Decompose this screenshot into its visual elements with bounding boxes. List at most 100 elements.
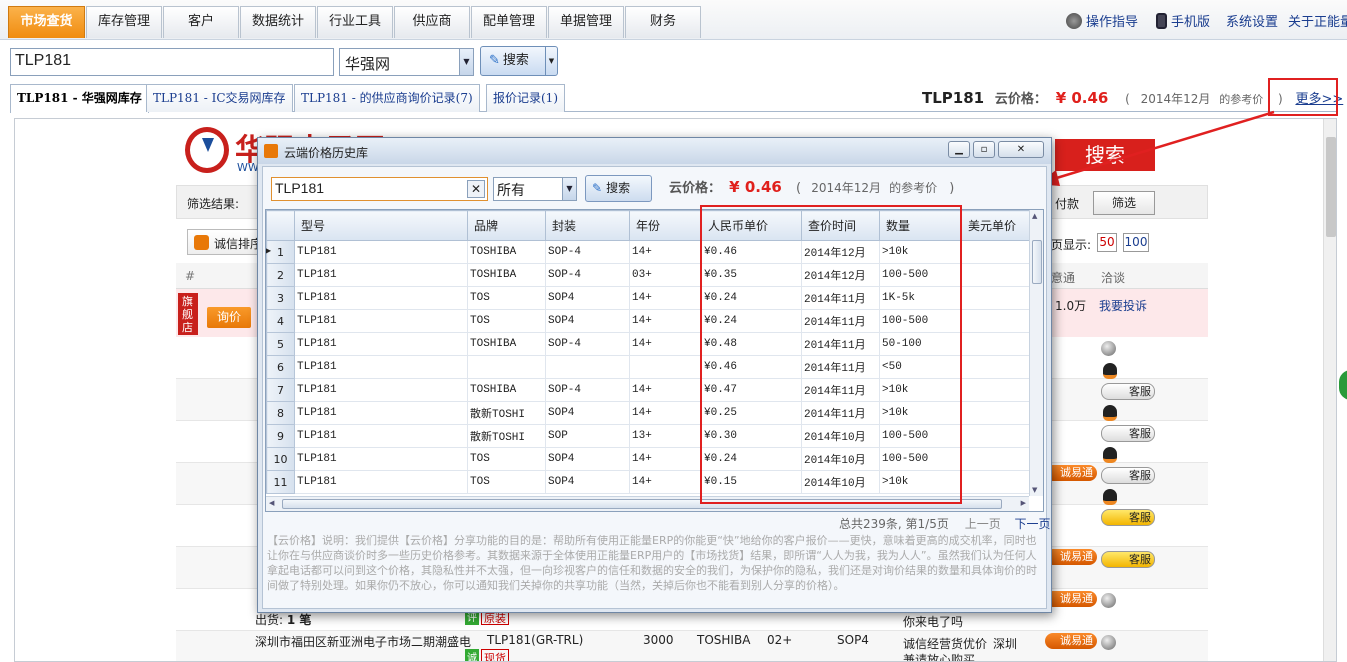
wrench-icon: ✎	[592, 181, 603, 195]
cell-brand: TOSHIBA	[467, 378, 546, 402]
row-number: 11	[266, 470, 295, 494]
dialog-filter-select[interactable]: 所有 ▼	[493, 177, 577, 201]
row-number: 9	[266, 424, 295, 448]
row-package: SOP4	[837, 633, 869, 647]
chevron-down-icon[interactable]: ▼	[562, 178, 576, 200]
scroll-right-icon[interactable]: ▶	[1021, 499, 1026, 507]
inquiry-button[interactable]: 询价	[207, 307, 251, 328]
tab-customers[interactable]: 客户	[163, 6, 239, 38]
cell-model: TLP181	[294, 240, 468, 264]
next-page-link[interactable]: 下一页	[1015, 517, 1051, 531]
page-scroll-thumb[interactable]	[1326, 137, 1336, 237]
dialog-search-button[interactable]: ✎ 搜索	[585, 175, 652, 202]
complain-link[interactable]: 我要投诉	[1099, 297, 1147, 314]
close-icon[interactable]: ✕	[998, 141, 1044, 158]
qq-icon[interactable]	[1103, 363, 1117, 379]
cell-model: TLP181	[294, 355, 468, 379]
cell-brand: 散新TOSHI	[467, 401, 546, 425]
filter-button[interactable]: 筛选	[1093, 191, 1155, 215]
page-size-100[interactable]: 100	[1123, 233, 1149, 252]
scroll-down-icon[interactable]: ▼	[1032, 486, 1037, 494]
cloud-price-suffix: 的参考价	[1219, 93, 1264, 106]
cell-usd-price	[961, 263, 1030, 287]
col-year[interactable]: 年份	[629, 210, 702, 241]
tab-bom[interactable]: 配单管理	[471, 6, 547, 38]
tab-suppliers[interactable]: 供应商	[394, 6, 470, 38]
app-icon	[264, 144, 278, 158]
tab-statistics[interactable]: 数据统计	[240, 6, 316, 38]
grid-scroll-thumb[interactable]	[1032, 240, 1042, 284]
cell-model: TLP181	[294, 424, 468, 448]
customer-service-button[interactable]: 客服	[1101, 467, 1155, 484]
cell-package: SOP-4	[545, 332, 630, 356]
sort-credit-button[interactable]: 诚信排序	[187, 229, 259, 255]
col-usd-price[interactable]: 美元单价	[961, 210, 1030, 241]
credit-tag: 诚	[465, 649, 479, 661]
col-brand[interactable]: 品牌	[467, 210, 546, 241]
customer-service-button[interactable]: 客服	[1101, 551, 1155, 568]
minimize-icon[interactable]: ▁	[948, 141, 970, 158]
row-number: 6	[266, 355, 295, 379]
shipments-label: 出货:	[255, 613, 284, 627]
page-scrollbar[interactable]	[1323, 119, 1336, 661]
qq-icon[interactable]	[1103, 489, 1117, 505]
row-number: ▶ 1	[266, 240, 295, 264]
cell-brand: TOS	[467, 447, 546, 471]
tab-finance[interactable]: 财务	[625, 6, 701, 38]
search-button[interactable]: ✎ 搜索 ▼	[480, 46, 558, 76]
customer-service-button[interactable]: 客服	[1101, 509, 1155, 526]
cell-model: TLP181	[294, 378, 468, 402]
filter-label: 筛选结果:	[187, 197, 240, 211]
subtab-quote-records[interactable]: 报价记录(1)	[486, 84, 565, 112]
customer-service-button[interactable]: 客服	[1101, 425, 1155, 442]
dialog-search-input[interactable]: TLP181 ✕	[271, 177, 488, 201]
row-qty: 3000	[643, 633, 674, 647]
dialog-titlebar[interactable]: 云端价格历史库 ▁ ▫ ✕	[258, 138, 1051, 164]
search-dropdown-icon[interactable]: ▼	[545, 47, 557, 75]
tab-inventory[interactable]: 库存管理	[86, 6, 162, 38]
settings-link[interactable]: 系统设置	[1226, 11, 1278, 30]
tab-market-search[interactable]: 市场查货	[8, 6, 85, 38]
mobile-link[interactable]: 手机版	[1156, 11, 1210, 30]
col-package[interactable]: 封装	[545, 210, 630, 241]
wrench-icon: ✎	[489, 53, 500, 68]
chevron-down-icon[interactable]: ▼	[459, 49, 473, 75]
maximize-icon[interactable]: ▫	[973, 141, 995, 158]
search-button-label: 搜索	[502, 53, 529, 68]
paren-open: (	[1125, 92, 1130, 106]
scroll-up-icon[interactable]: ▲	[1032, 212, 1037, 220]
grid-vertical-scrollbar[interactable]: ▲ ▼	[1029, 210, 1043, 496]
globe-icon[interactable]	[1101, 635, 1116, 650]
qq-icon[interactable]	[1103, 405, 1117, 421]
dialog-search-value: TLP181	[275, 180, 325, 196]
qq-icon[interactable]	[1103, 447, 1117, 463]
hqew-logo-icon	[185, 127, 229, 173]
subtab-supplier-inquiries[interactable]: TLP181 - 的供应商询价记录(7)	[294, 84, 480, 112]
about-link[interactable]: 关于正能量	[1288, 11, 1347, 30]
row-year: 02+	[767, 633, 793, 647]
tab-industry-tools[interactable]: 行业工具	[317, 6, 393, 38]
cell-package: SOP-4	[545, 263, 630, 287]
phone-icon	[1156, 13, 1167, 29]
clear-icon[interactable]: ✕	[467, 180, 485, 198]
customer-service-button[interactable]: 客服	[1101, 383, 1155, 400]
globe-icon[interactable]	[1101, 341, 1116, 356]
scroll-left-icon[interactable]: ◀	[269, 499, 274, 507]
prev-page-link[interactable]: 上一页	[965, 517, 1001, 531]
shipments-count: 1 笔	[286, 613, 312, 627]
part-number: TLP181	[922, 89, 985, 107]
search-input[interactable]: TLP181	[10, 48, 334, 76]
subtab-hqew-stock[interactable]: TLP181 - 华强网库存	[10, 84, 149, 113]
cell-model: TLP181	[294, 286, 468, 310]
col-model[interactable]: 型号	[294, 210, 468, 241]
site-select[interactable]: 华强网 ▼	[339, 48, 474, 76]
in-stock-tag: 现货	[481, 649, 509, 661]
page-size-50[interactable]: 50	[1097, 233, 1117, 252]
chengyitong-badge: 诚易通	[1045, 549, 1097, 565]
side-widget-icon[interactable]	[1337, 368, 1347, 402]
subtab-ic-stock[interactable]: TLP181 - IC交易网库存	[146, 84, 293, 112]
company-name[interactable]: 深圳市福田区新亚洲电子市场二期潮盛电	[255, 633, 471, 650]
globe-icon[interactable]	[1101, 593, 1116, 608]
guide-link[interactable]: 操作指导	[1066, 11, 1138, 30]
tab-documents[interactable]: 单据管理	[548, 6, 624, 38]
